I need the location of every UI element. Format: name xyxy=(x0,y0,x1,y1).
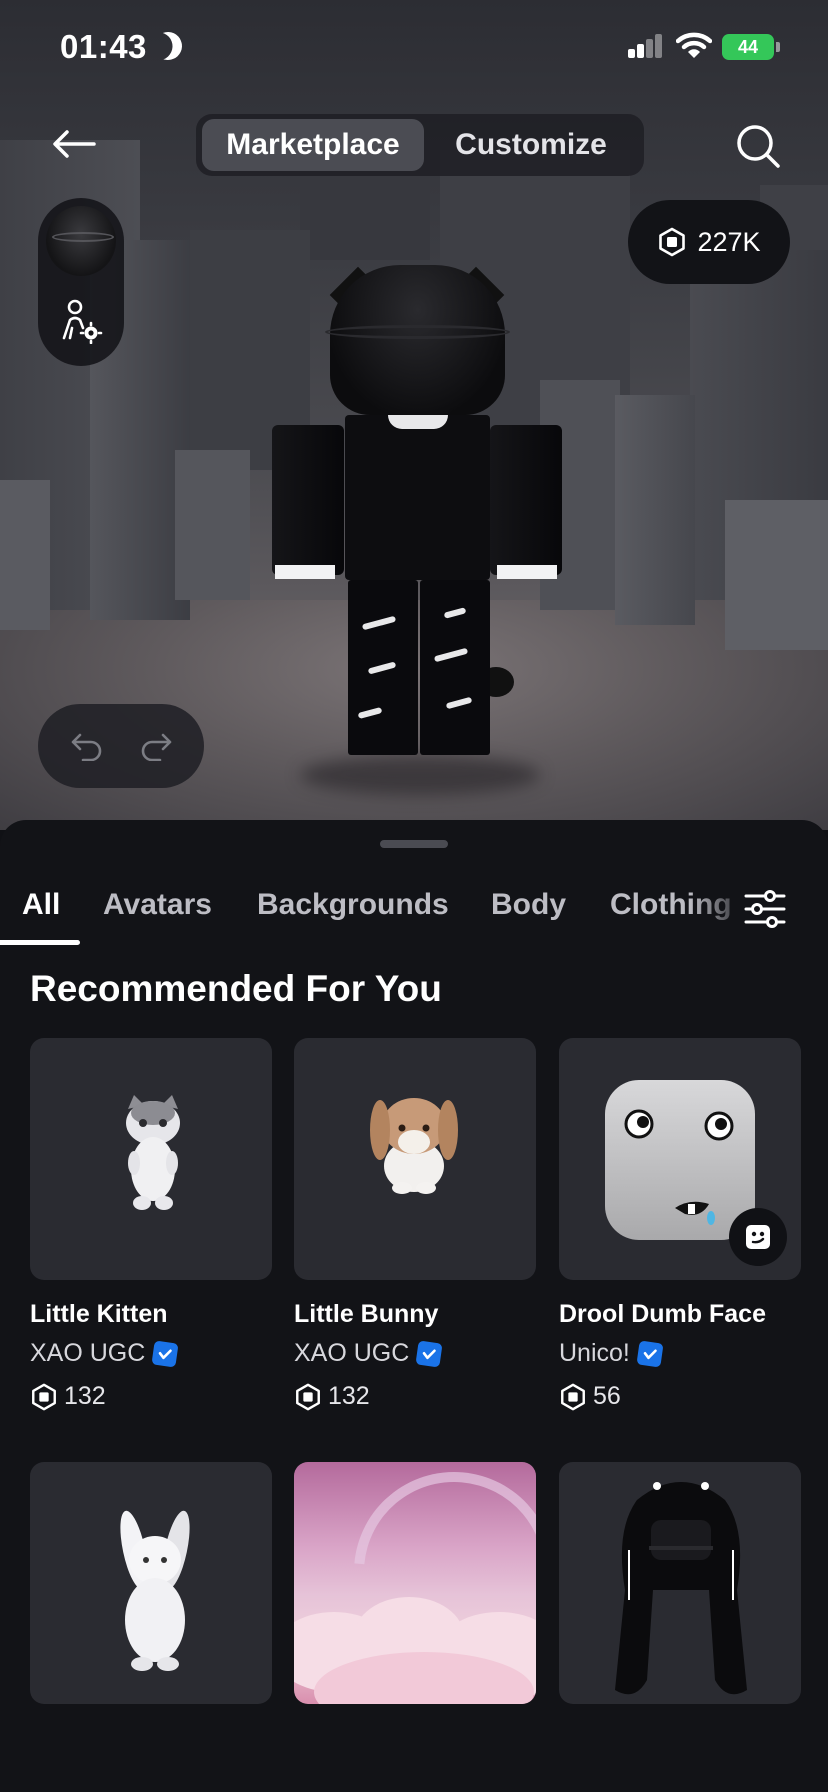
item-creator-name: XAO UGC xyxy=(30,1339,146,1367)
back-arrow-icon xyxy=(53,130,96,158)
tab-marketplace[interactable]: Marketplace xyxy=(202,119,424,171)
filter-icon[interactable] xyxy=(740,884,790,934)
verified-icon xyxy=(415,1339,443,1368)
item-card[interactable] xyxy=(30,1462,272,1704)
category-tab-avatars[interactable]: Avatars xyxy=(103,888,212,922)
category-tab-all[interactable]: All xyxy=(22,888,60,922)
back-button[interactable] xyxy=(48,120,100,168)
section-title: Recommended For You xyxy=(30,968,442,1009)
battery-tip xyxy=(776,42,780,52)
item-name: Little Bunny xyxy=(294,1300,439,1328)
avatar-halo xyxy=(325,325,510,339)
avatar-left-leg xyxy=(348,580,418,755)
item-thumbnail[interactable] xyxy=(294,1462,536,1704)
item-card[interactable] xyxy=(294,1462,536,1704)
avatar-collar xyxy=(388,415,448,429)
status-bar: 01:43 44 xyxy=(0,0,828,95)
verified-icon xyxy=(151,1339,179,1368)
item-thumbnail[interactable] xyxy=(30,1038,272,1280)
kitten-image xyxy=(126,1095,180,1210)
category-tab-body[interactable]: Body xyxy=(491,888,566,922)
dumb-face-image xyxy=(605,1080,755,1240)
item-price: 132 xyxy=(30,1382,272,1411)
item-price: 132 xyxy=(294,1382,536,1411)
equipped-hair-thumbnail[interactable] xyxy=(46,206,116,276)
undo-icon xyxy=(71,733,101,761)
item-creator[interactable]: XAO UGC xyxy=(30,1339,272,1368)
item-creator-name: XAO UGC xyxy=(294,1339,410,1367)
black-hair-image xyxy=(615,1482,747,1695)
item-thumbnail[interactable] xyxy=(559,1038,801,1280)
avatar-left-hand xyxy=(275,565,335,579)
avatar-settings-icon[interactable] xyxy=(58,298,104,344)
robux-icon xyxy=(561,1383,585,1410)
face-category-badge xyxy=(729,1208,787,1266)
redo-button[interactable] xyxy=(133,723,179,769)
tab-customize[interactable]: Customize xyxy=(424,119,638,171)
item-price-value: 132 xyxy=(328,1382,370,1410)
item-card[interactable]: Drool Dumb Face Unico! 56 xyxy=(559,1038,801,1411)
face-icon xyxy=(746,1225,770,1249)
moon-icon xyxy=(150,28,186,64)
undo-button[interactable] xyxy=(64,723,110,769)
item-card[interactable] xyxy=(559,1462,801,1704)
robux-icon xyxy=(296,1383,320,1410)
robux-icon xyxy=(32,1383,56,1410)
category-tabs: All Avatars Backgrounds Body Clothing xyxy=(0,880,828,946)
item-name: Little Kitten xyxy=(30,1300,168,1328)
scene-block xyxy=(725,500,828,650)
item-creator[interactable]: Unico! xyxy=(559,1339,801,1368)
status-time: 01:43 xyxy=(60,28,147,65)
item-name: Drool Dumb Face xyxy=(559,1300,766,1328)
item-price-value: 56 xyxy=(593,1382,621,1410)
scene-block xyxy=(615,395,695,625)
mode-switcher: Marketplace Customize xyxy=(196,114,644,176)
wifi-icon xyxy=(676,32,712,58)
avatar-torso xyxy=(345,415,490,580)
bunny-image xyxy=(370,1098,458,1194)
marketplace-sheet: All Avatars Backgrounds Body Clothing Re… xyxy=(0,820,828,1792)
item-thumbnail[interactable] xyxy=(559,1462,801,1704)
search-icon xyxy=(737,125,780,168)
verified-icon xyxy=(636,1339,664,1368)
battery-level: 44 xyxy=(737,36,759,57)
search-button[interactable] xyxy=(730,118,786,174)
avatar-model[interactable] xyxy=(260,265,570,795)
undo-redo-controls xyxy=(38,704,204,788)
white-bunny-image xyxy=(120,1510,190,1671)
avatar-right-arm xyxy=(490,425,562,575)
equipped-items-pill xyxy=(38,198,124,366)
robux-balance-value: 227K xyxy=(697,226,761,257)
robux-icon xyxy=(659,227,686,257)
item-price-value: 132 xyxy=(64,1382,106,1410)
scene-block xyxy=(0,480,50,630)
avatar-right-leg xyxy=(420,580,490,755)
robux-balance-button[interactable]: 227K xyxy=(628,200,790,284)
scene-block xyxy=(175,450,250,600)
sheet-drag-handle[interactable] xyxy=(380,840,448,848)
redo-icon xyxy=(141,733,171,761)
active-tab-indicator xyxy=(0,940,80,945)
signal-icon xyxy=(628,34,664,58)
cloud-background-image xyxy=(294,1462,536,1704)
avatar-left-arm xyxy=(272,425,344,575)
item-price: 56 xyxy=(559,1382,801,1411)
item-card[interactable]: Little Kitten XAO UGC 132 xyxy=(30,1038,272,1411)
battery-icon: 44 xyxy=(722,34,774,60)
avatar-hair xyxy=(330,265,505,415)
item-creator[interactable]: XAO UGC xyxy=(294,1339,536,1368)
item-thumbnail[interactable] xyxy=(30,1462,272,1704)
avatar-shadow xyxy=(300,755,540,795)
item-creator-name: Unico! xyxy=(559,1339,630,1367)
item-thumbnail[interactable] xyxy=(294,1038,536,1280)
avatar-right-hand xyxy=(497,565,557,579)
category-tab-backgrounds[interactable]: Backgrounds xyxy=(257,888,449,922)
item-card[interactable]: Little Bunny XAO UGC 132 xyxy=(294,1038,536,1411)
